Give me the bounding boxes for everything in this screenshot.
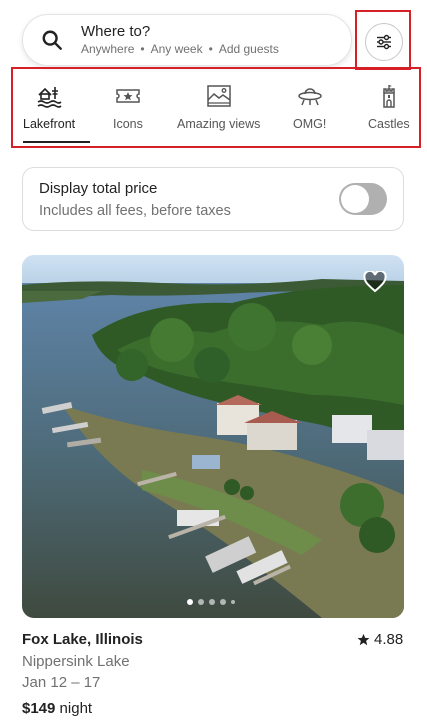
total-price-title: Display total price — [39, 180, 158, 197]
display-total-price-card: Display total price Includes all fees, b… — [22, 167, 404, 231]
search-summary: Anywhere • Any week • Add guests — [81, 41, 279, 57]
category-castles[interactable]: Castles — [368, 83, 410, 131]
rating-value: 4.88 — [374, 631, 404, 648]
pagination-dot-active — [187, 599, 193, 605]
filter-highlight — [355, 10, 411, 70]
search-title: Where to? — [81, 23, 151, 40]
listing-location[interactable]: Fox Lake, Illinois — [22, 631, 143, 648]
separator-dot: • — [140, 42, 145, 56]
pagination-dot — [198, 599, 204, 605]
listing-dates: Jan 12 – 17 — [22, 674, 101, 691]
ufo-icon — [297, 88, 322, 106]
category-bar: Lakefront Icons Amazing views OMG! Castl… — [11, 67, 421, 148]
lakefront-icon — [37, 87, 62, 108]
listing-place: Nippersink Lake — [22, 653, 130, 670]
category-label: Lakefront — [23, 117, 76, 131]
search-text: Where to? Anywhere • Any week • Add gues… — [81, 23, 279, 57]
toggle-knob — [341, 185, 369, 213]
star-icon — [357, 633, 370, 646]
castle-icon — [383, 85, 395, 108]
listing-price: $149 night — [22, 700, 92, 717]
price-amount: $149 — [22, 700, 56, 717]
lake-aerial-photo — [22, 255, 404, 618]
icons-ticket-icon — [116, 89, 140, 103]
category-icons[interactable]: Icons — [113, 83, 143, 131]
pagination-dot — [209, 599, 215, 605]
listing-rating: 4.88 — [357, 631, 403, 648]
amazing-views-icon — [206, 85, 231, 107]
category-amazing-views[interactable]: Amazing views — [177, 83, 260, 131]
category-label: OMG! — [293, 117, 327, 131]
category-label: Amazing views — [177, 117, 261, 131]
search-location: Anywhere — [81, 42, 135, 56]
total-price-toggle[interactable] — [339, 183, 387, 215]
search-icon — [42, 30, 62, 50]
pagination-dot — [231, 600, 235, 604]
separator-dot: • — [208, 42, 213, 56]
search-guests: Add guests — [218, 42, 279, 56]
pagination-dot — [220, 599, 226, 605]
price-unit: night — [59, 700, 93, 717]
total-price-subtitle: Includes all fees, before taxes — [39, 203, 231, 219]
category-label: Icons — [113, 117, 143, 131]
favorite-heart-icon[interactable] — [363, 271, 387, 293]
filters-button[interactable] — [365, 23, 403, 61]
category-label: Castles — [368, 117, 410, 131]
category-lakefront[interactable]: Lakefront — [23, 83, 75, 131]
category-omg[interactable]: OMG! — [293, 83, 326, 131]
photo-pagination-dots — [187, 599, 235, 605]
search-dates: Any week — [150, 42, 203, 56]
filters-icon — [377, 34, 391, 50]
listing-photo[interactable] — [22, 255, 404, 618]
search-bar[interactable]: Where to? Anywhere • Any week • Add gues… — [22, 14, 352, 66]
active-category-underline — [23, 141, 90, 143]
